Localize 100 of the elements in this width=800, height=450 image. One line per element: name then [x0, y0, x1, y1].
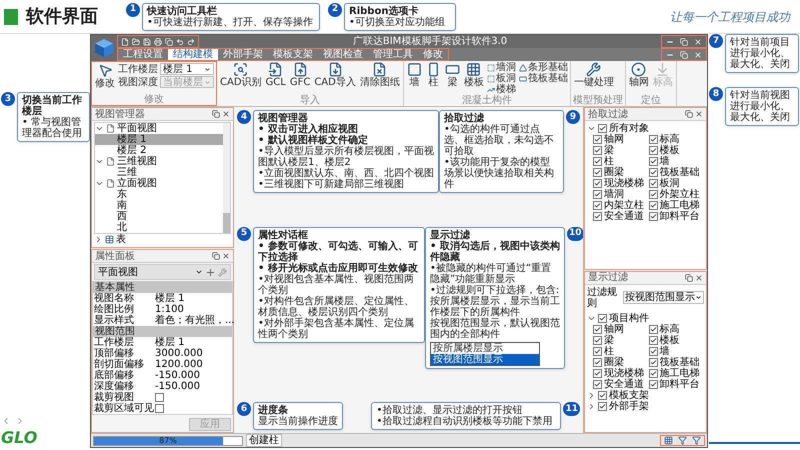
tree-item[interactable]: 柱 — [604, 346, 614, 356]
close-icon[interactable] — [694, 50, 702, 58]
ribbon-tab[interactable]: 结构建模 — [168, 49, 218, 60]
checkbox[interactable] — [155, 393, 164, 402]
ribbon-tab[interactable]: 视图检查 — [318, 49, 368, 60]
caret-icon[interactable] — [695, 294, 702, 301]
checkbox[interactable] — [593, 157, 602, 166]
checkbox[interactable] — [598, 314, 607, 322]
folder-icon[interactable] — [132, 38, 140, 46]
tree-item[interactable]: 墙 — [660, 346, 670, 356]
checkbox[interactable] — [598, 390, 607, 400]
tree-item[interactable]: 立面视图 — [117, 178, 157, 189]
tree-item[interactable]: 楼层 2 — [95, 145, 223, 156]
checkbox[interactable] — [648, 190, 658, 199]
checkbox[interactable] — [593, 168, 602, 177]
checkbox[interactable] — [648, 157, 658, 166]
tree-item[interactable]: 现浇楼梯 — [604, 178, 644, 189]
tree-item[interactable]: 筏板基础 — [660, 167, 700, 178]
restore-icon[interactable] — [680, 38, 688, 46]
ribbon-tab[interactable]: 工程设置 — [118, 49, 168, 60]
expand-icon[interactable] — [587, 124, 596, 133]
drawing-canvas[interactable] — [234, 107, 583, 433]
tree-item[interactable]: 现浇楼梯 — [604, 368, 644, 378]
property-value[interactable]: -150.000 — [155, 370, 231, 381]
new-file-icon[interactable] — [121, 38, 129, 46]
property-value[interactable]: 1:100 — [155, 304, 231, 315]
checkbox[interactable] — [598, 402, 607, 410]
ribbon-button[interactable]: 楼板 — [462, 62, 485, 88]
tree-item[interactable]: 外部手架 — [609, 400, 649, 412]
float-button[interactable] — [212, 252, 220, 260]
tree-item[interactable]: 南 — [95, 200, 223, 211]
ribbon-button[interactable]: 墙 — [406, 62, 423, 88]
tree-item[interactable]: 楼层 1 — [95, 134, 223, 145]
printer-icon[interactable] — [154, 38, 162, 46]
ribbon-tab[interactable]: 模板支架 — [268, 49, 318, 60]
tree-item[interactable]: 内架立柱 — [604, 200, 644, 211]
undo-icon[interactable] — [176, 38, 184, 46]
checkbox[interactable] — [593, 358, 602, 366]
tree-item[interactable]: 板洞 — [660, 178, 680, 189]
copy-icon[interactable] — [165, 38, 173, 46]
property-value[interactable]: 3000.000 — [155, 348, 231, 359]
checkbox[interactable] — [593, 179, 602, 188]
tree-item[interactable]: 墙 — [660, 156, 670, 167]
expand-icon[interactable] — [95, 124, 104, 133]
ribbon-tab[interactable]: 管理工具 — [368, 49, 418, 60]
tree-item[interactable]: 施工电梯 — [660, 368, 700, 378]
tree-item[interactable]: 施工电梯 — [660, 200, 700, 211]
tree-item[interactable]: 西 — [95, 211, 223, 222]
tree-item[interactable]: 安全通道 — [604, 378, 644, 390]
checkbox[interactable] — [648, 179, 658, 188]
checkbox[interactable] — [593, 380, 602, 388]
ribbon-button[interactable]: 修改 — [94, 63, 116, 89]
ribbon-button[interactable]: 轴网 — [628, 62, 650, 88]
checkbox[interactable] — [648, 346, 658, 356]
caret-icon[interactable] — [195, 268, 203, 276]
tree-item[interactable]: 楼板 — [660, 334, 680, 346]
tree-item[interactable]: 圈梁 — [604, 167, 624, 178]
tree-item[interactable]: 安全通道 — [604, 211, 644, 222]
ribbon-small-button[interactable]: 条形基础 — [518, 62, 568, 73]
close-button[interactable] — [695, 110, 703, 118]
ribbon-button[interactable]: CAD识别 — [219, 62, 263, 88]
redo-icon[interactable] — [187, 38, 195, 46]
filter-icon[interactable] — [678, 436, 687, 445]
close-button[interactable] — [695, 274, 703, 282]
close-button[interactable] — [222, 110, 230, 118]
tree-item[interactable]: 卸料平台 — [660, 211, 700, 222]
float-button[interactable] — [685, 110, 693, 118]
collapse-icon[interactable] — [94, 235, 103, 244]
tree-item[interactable]: 楼板 — [660, 145, 680, 156]
checkbox[interactable] — [648, 358, 658, 366]
checkbox[interactable] — [648, 336, 658, 344]
tree-item[interactable]: 筏板基础 — [660, 356, 700, 368]
checkbox[interactable] — [593, 336, 602, 344]
save-icon[interactable] — [143, 38, 151, 46]
ribbon-button[interactable]: GFC — [288, 62, 312, 88]
tree-item[interactable]: 轴网 — [604, 134, 624, 145]
float-button[interactable] — [685, 274, 693, 282]
close-button[interactable] — [222, 252, 230, 260]
expand-icon[interactable] — [95, 157, 104, 166]
close-icon[interactable] — [694, 38, 702, 46]
checkbox[interactable] — [648, 212, 658, 221]
scrollbar[interactable] — [223, 123, 230, 233]
dropdown-option[interactable]: 按视图范围显示 — [431, 354, 539, 364]
tree-item[interactable]: 北 — [95, 222, 223, 233]
expand-icon[interactable] — [95, 179, 104, 188]
tree-item[interactable]: 所有对象 — [609, 123, 649, 134]
checkbox[interactable] — [593, 146, 602, 155]
ribbon-button[interactable]: CAD导入 — [313, 62, 357, 88]
tree-item[interactable]: 圈梁 — [604, 356, 624, 368]
checkbox[interactable] — [593, 212, 602, 221]
checkbox[interactable] — [648, 146, 658, 155]
ribbon-button[interactable]: 一键处理 — [572, 62, 615, 88]
checkbox[interactable] — [593, 135, 602, 144]
float-button[interactable] — [212, 110, 220, 118]
property-value[interactable]: 楼层 1 — [155, 293, 231, 304]
checkbox[interactable] — [648, 380, 658, 388]
checkbox[interactable] — [648, 324, 658, 334]
tree-item[interactable]: 墙洞 — [604, 189, 624, 200]
checkbox[interactable] — [155, 404, 164, 413]
tree-item[interactable]: 梁 — [604, 145, 614, 156]
